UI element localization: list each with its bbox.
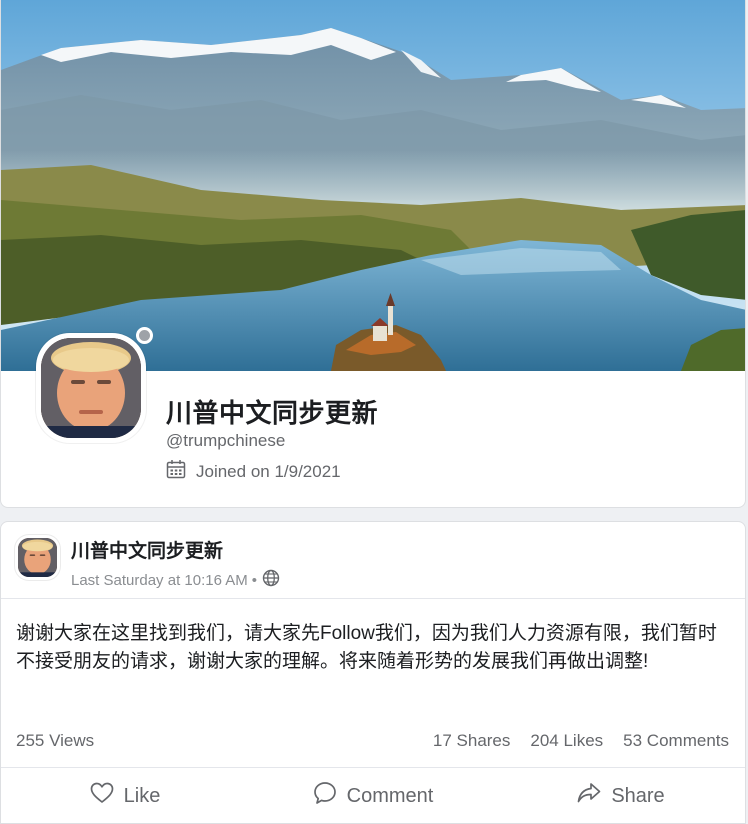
profile-name: 川普中文同步更新 bbox=[166, 398, 379, 428]
profile-avatar[interactable] bbox=[36, 327, 153, 443]
post-header-text: 川普中文同步更新 Last Saturday at 10:16 AM • bbox=[71, 535, 280, 591]
post-body-text: 谢谢大家在这里找到我们，请大家先Follow我们，因为我们人力资源有限，我们暂时… bbox=[16, 623, 717, 672]
share-arrow-icon bbox=[577, 782, 611, 810]
cover-photo bbox=[1, 0, 745, 371]
post-header: 川普中文同步更新 Last Saturday at 10:16 AM • bbox=[15, 535, 280, 595]
share-button[interactable]: Share bbox=[497, 782, 745, 810]
profile-handle: @trumpchinese bbox=[166, 431, 286, 450]
post-card: 川普中文同步更新 Last Saturday at 10:16 AM • 谢谢大… bbox=[0, 521, 746, 824]
share-label: Share bbox=[611, 784, 665, 807]
post-meta: Last Saturday at 10:16 AM • bbox=[71, 569, 280, 591]
post-action-bar: Like Comment Share bbox=[1, 768, 745, 824]
avatar-frame bbox=[36, 333, 146, 443]
post-author-avatar[interactable] bbox=[15, 535, 60, 580]
post-stats: 255 Views 17 Shares 204 Likes 53 Comment… bbox=[16, 731, 729, 751]
views-count: 255 Views bbox=[16, 731, 95, 750]
meta-separator: • bbox=[251, 571, 258, 589]
globe-icon bbox=[262, 569, 280, 591]
avatar-photo bbox=[41, 338, 141, 438]
post-timestamp[interactable]: Last Saturday at 10:16 AM bbox=[71, 572, 248, 589]
engagement-counts: 17 Shares 204 Likes 53 Comments bbox=[413, 731, 729, 751]
comment-label: Comment bbox=[346, 784, 434, 807]
likes-count[interactable]: 204 Likes bbox=[530, 731, 603, 751]
avatar-photo bbox=[18, 538, 57, 577]
comments-count[interactable]: 53 Comments bbox=[623, 731, 729, 751]
shares-count[interactable]: 17 Shares bbox=[433, 731, 511, 751]
post-author-name[interactable]: 川普中文同步更新 bbox=[71, 536, 280, 563]
joined-date: Joined on 1/9/2021 bbox=[196, 461, 341, 481]
header-divider bbox=[1, 598, 745, 599]
presence-status-dot bbox=[136, 327, 153, 344]
profile-card: 川普中文同步更新 @trumpchinese Joined on 1/9/202… bbox=[0, 0, 746, 508]
comment-button[interactable]: Comment bbox=[249, 781, 497, 811]
like-label: Like bbox=[123, 784, 161, 807]
like-button[interactable]: Like bbox=[1, 782, 249, 810]
heart-icon bbox=[90, 782, 124, 810]
joined-date-row: Joined on 1/9/2021 bbox=[166, 459, 341, 484]
calendar-icon bbox=[166, 459, 196, 484]
comment-bubble-icon bbox=[313, 781, 347, 811]
